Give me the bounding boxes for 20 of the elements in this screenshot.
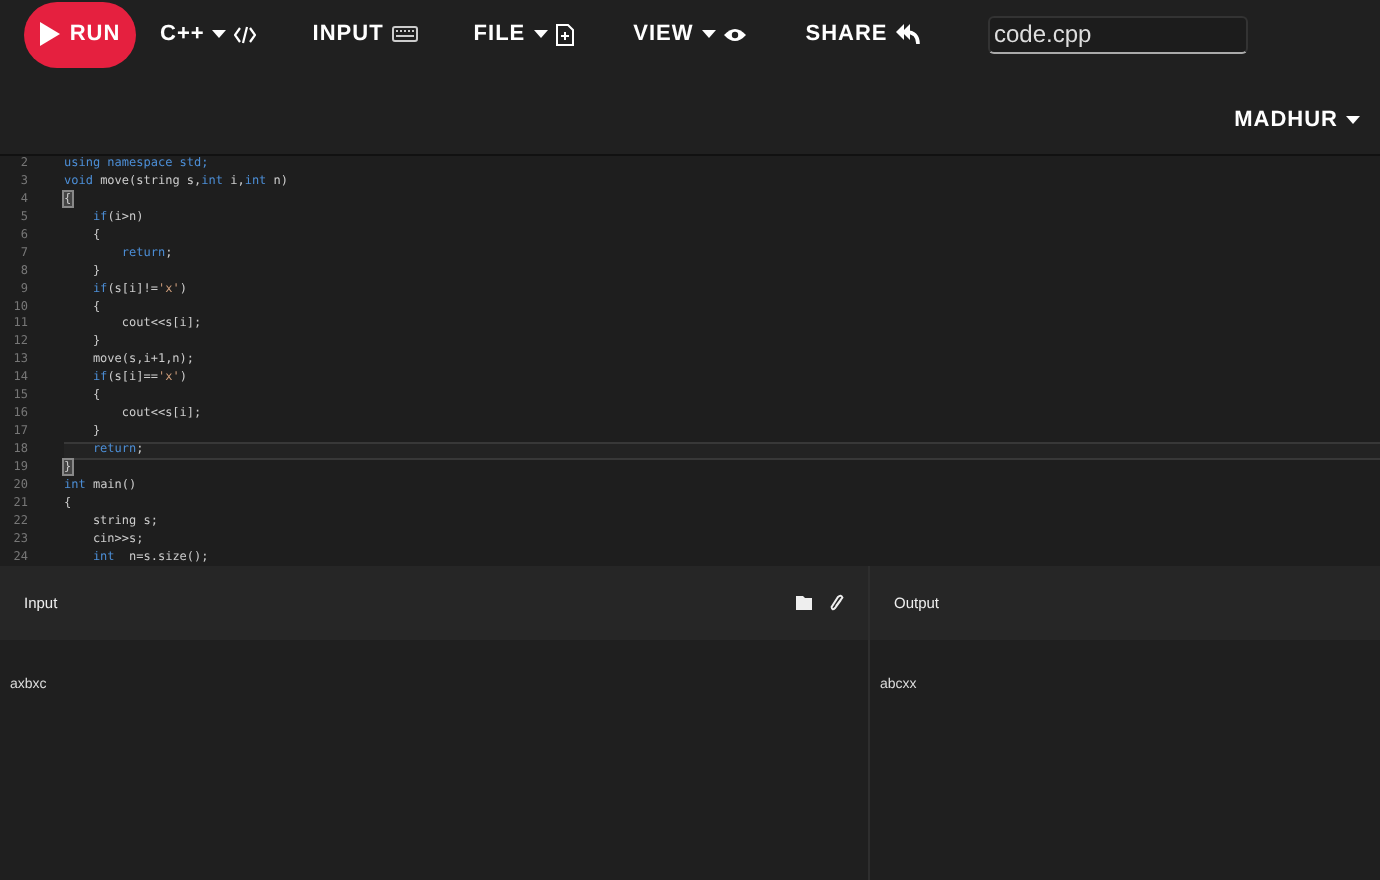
menu-button[interactable]: FILE [469, 14, 578, 54]
paperclip-icon[interactable] [830, 594, 844, 612]
file-icon [555, 23, 574, 45]
code-icon [234, 25, 257, 43]
caret-icon [533, 30, 548, 38]
caret-icon [212, 30, 227, 38]
menu-button[interactable]: SHARE [801, 14, 924, 54]
run-button[interactable]: RUN [24, 1, 136, 67]
user-menu-button[interactable]: MADHUR [1234, 106, 1360, 134]
keyboard-icon [391, 26, 418, 42]
folder-icon[interactable] [796, 596, 814, 610]
eye-icon [723, 27, 746, 41]
caret-icon [701, 30, 716, 38]
menu-button[interactable]: INPUT [308, 14, 422, 54]
menu-button[interactable]: C++ [156, 14, 261, 54]
play-icon [39, 22, 60, 46]
caret-icon [1346, 116, 1360, 124]
reply-all-icon [895, 24, 920, 44]
menu-button[interactable]: VIEW [629, 14, 750, 54]
filename-field[interactable]: code.cpp [988, 15, 1248, 53]
